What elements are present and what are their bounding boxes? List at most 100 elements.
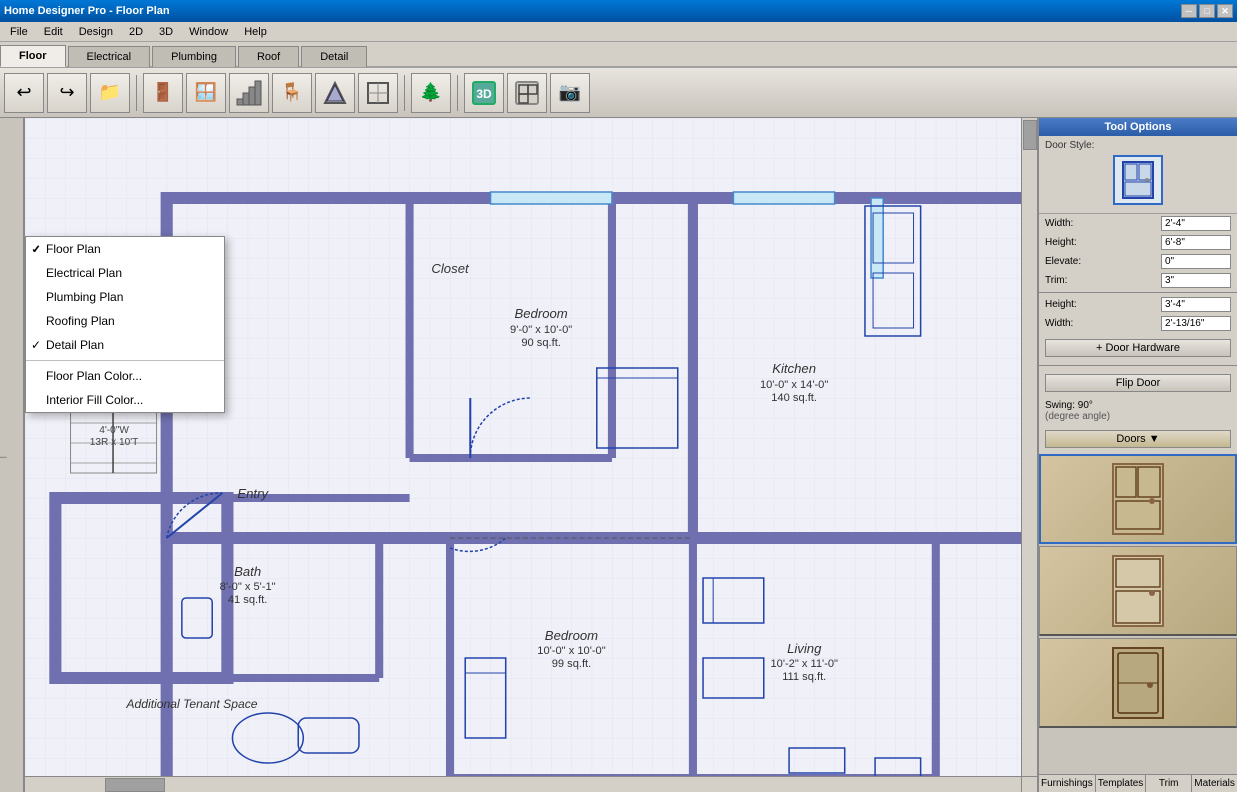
redo-button[interactable]: ↪ xyxy=(47,73,87,113)
scrollbar-vertical[interactable] xyxy=(1021,118,1037,776)
menu-2d[interactable]: 2D xyxy=(121,24,151,40)
menu-bar: File Edit Design 2D 3D Window Help xyxy=(0,22,1237,42)
title-bar: Home Designer Pro - Floor Plan ─ □ ✕ xyxy=(0,0,1237,22)
door-hardware-button[interactable]: + Door Hardware xyxy=(1045,339,1231,357)
menu-floor-plan[interactable]: ✓ Floor Plan xyxy=(26,237,224,261)
menu-3d[interactable]: 3D xyxy=(151,24,181,40)
furniture-button[interactable]: 🪑 xyxy=(272,73,312,113)
right-panel: Tool Options Door Style: Width: Height: xyxy=(1037,118,1237,792)
elevate-row: Elevate: xyxy=(1039,252,1237,271)
svg-text:10'-0" x 14'-0": 10'-0" x 14'-0" xyxy=(760,379,828,391)
menu-interior-fill-color[interactable]: Interior Fill Color... xyxy=(26,388,224,412)
height-row: Height: xyxy=(1039,233,1237,252)
toolbar: ↩ ↪ 📁 🚪 🪟 🪑 🌲 3D xyxy=(0,68,1237,118)
open-button[interactable]: 📁 xyxy=(90,73,130,113)
trim-input[interactable] xyxy=(1161,273,1231,288)
swing-section: Swing: 90° (degree angle) xyxy=(1039,398,1237,424)
window-controls: ─ □ ✕ xyxy=(1181,4,1233,18)
width2-label: Width: xyxy=(1045,318,1073,329)
trim-label: Trim: xyxy=(1045,275,1067,286)
svg-text:111 sq.ft.: 111 sq.ft. xyxy=(782,671,826,683)
door-thumbnails-list[interactable] xyxy=(1039,454,1237,774)
tab-floor[interactable]: Floor xyxy=(0,45,66,67)
height-input[interactable] xyxy=(1161,235,1231,250)
svg-text:8'-0" x 5'-1": 8'-0" x 5'-1" xyxy=(220,581,276,593)
separator2 xyxy=(404,75,405,111)
svg-text:Bedroom: Bedroom xyxy=(514,306,567,321)
floor-plan-svg: Closet Bedroom 9'-0" x 10'-0" 90 sq.ft. … xyxy=(25,118,1037,792)
door-style-label: Door Style: xyxy=(1045,140,1231,151)
menu-edit[interactable]: Edit xyxy=(36,24,71,40)
left-sidebar: │ xyxy=(0,118,25,792)
tab-templates[interactable]: Templates xyxy=(1096,775,1147,792)
swing-sublabel: (degree angle) xyxy=(1045,411,1231,422)
floorplan-view-button[interactable] xyxy=(507,73,547,113)
door-thumb-3[interactable] xyxy=(1039,638,1237,728)
door-button[interactable]: 🚪 xyxy=(143,73,183,113)
tab-bar: Floor Electrical Plumbing Roof Detail xyxy=(0,42,1237,68)
menu-plumbing-plan[interactable]: Plumbing Plan xyxy=(26,285,224,309)
tab-electrical[interactable]: Electrical xyxy=(68,46,151,67)
height2-input[interactable] xyxy=(1161,297,1231,312)
door-style-section: Door Style: xyxy=(1039,136,1237,214)
menu-file[interactable]: File xyxy=(2,24,36,40)
menu-design[interactable]: Design xyxy=(71,24,121,40)
undo-button[interactable]: ↩ xyxy=(4,73,44,113)
camera-button[interactable]: 📷 xyxy=(550,73,590,113)
floor-plan-label: Floor Plan xyxy=(46,242,101,256)
tab-plumbing[interactable]: Plumbing xyxy=(152,46,236,67)
tree-button[interactable]: 🌲 xyxy=(411,73,451,113)
panel-divider2 xyxy=(1039,365,1237,366)
menu-detail-plan[interactable]: ✓ Detail Plan xyxy=(26,333,224,357)
tool6[interactable] xyxy=(358,73,398,113)
doors-dropdown-section: Doors ▼ xyxy=(1039,424,1237,454)
scrollbar-horizontal[interactable] xyxy=(25,776,1021,792)
door-dimensions-section: Width: Height: Elevate: Trim: xyxy=(1039,214,1237,290)
svg-text:3D: 3D xyxy=(476,87,492,101)
svg-text:Kitchen: Kitchen xyxy=(772,361,816,376)
tool5[interactable] xyxy=(315,73,355,113)
width2-input[interactable] xyxy=(1161,316,1231,331)
dropdown-menu: ✓ Floor Plan Electrical Plan Plumbing Pl… xyxy=(25,236,225,413)
tab-detail[interactable]: Detail xyxy=(301,46,367,67)
window-button[interactable]: 🪟 xyxy=(186,73,226,113)
height2-label: Height: xyxy=(1045,299,1077,310)
separator1 xyxy=(136,75,137,111)
door-thumb-1[interactable] xyxy=(1039,454,1237,544)
trim-row: Trim: xyxy=(1039,271,1237,290)
elevate-label: Elevate: xyxy=(1045,256,1081,267)
width-label: Width: xyxy=(1045,218,1073,229)
menu-window[interactable]: Window xyxy=(181,24,236,40)
svg-text:10'-0" x 10'-0": 10'-0" x 10'-0" xyxy=(537,645,605,657)
height2-row: Height: xyxy=(1039,295,1237,314)
menu-roofing-plan[interactable]: Roofing Plan xyxy=(26,309,224,333)
svg-text:9'-0" x 10'-0": 9'-0" x 10'-0" xyxy=(510,324,572,336)
height-label: Height: xyxy=(1045,237,1077,248)
close-button[interactable]: ✕ xyxy=(1217,4,1233,18)
maximize-button[interactable]: □ xyxy=(1199,4,1215,18)
elevate-input[interactable] xyxy=(1161,254,1231,269)
flip-door-section: Flip Door xyxy=(1039,368,1237,398)
stairs-button[interactable] xyxy=(229,73,269,113)
menu-floor-plan-color[interactable]: Floor Plan Color... xyxy=(26,364,224,388)
door-thumb-2[interactable] xyxy=(1039,546,1237,636)
tab-furnishings[interactable]: Furnishings xyxy=(1039,775,1096,792)
doors-dropdown-button[interactable]: Doors ▼ xyxy=(1045,430,1231,448)
panel-divider1 xyxy=(1039,292,1237,293)
flip-door-button[interactable]: Flip Door xyxy=(1045,374,1231,392)
svg-text:Additional Tenant Space: Additional Tenant Space xyxy=(125,697,257,711)
plus-icon: + xyxy=(1096,342,1102,354)
bottom-tabs: Furnishings Templates Trim Materials xyxy=(1039,774,1237,792)
tab-materials[interactable]: Materials xyxy=(1192,775,1237,792)
door-style-preview[interactable] xyxy=(1113,155,1163,205)
view3d-button[interactable]: 3D xyxy=(464,73,504,113)
minimize-button[interactable]: ─ xyxy=(1181,4,1197,18)
tab-trim[interactable]: Trim xyxy=(1146,775,1192,792)
canvas-area[interactable]: ✓ Floor Plan Electrical Plan Plumbing Pl… xyxy=(25,118,1037,792)
tool-options-title: Tool Options xyxy=(1039,118,1237,136)
svg-text:Living: Living xyxy=(787,641,822,656)
menu-electrical-plan[interactable]: Electrical Plan xyxy=(26,261,224,285)
width-input[interactable] xyxy=(1161,216,1231,231)
tab-roof[interactable]: Roof xyxy=(238,46,299,67)
menu-help[interactable]: Help xyxy=(236,24,275,40)
